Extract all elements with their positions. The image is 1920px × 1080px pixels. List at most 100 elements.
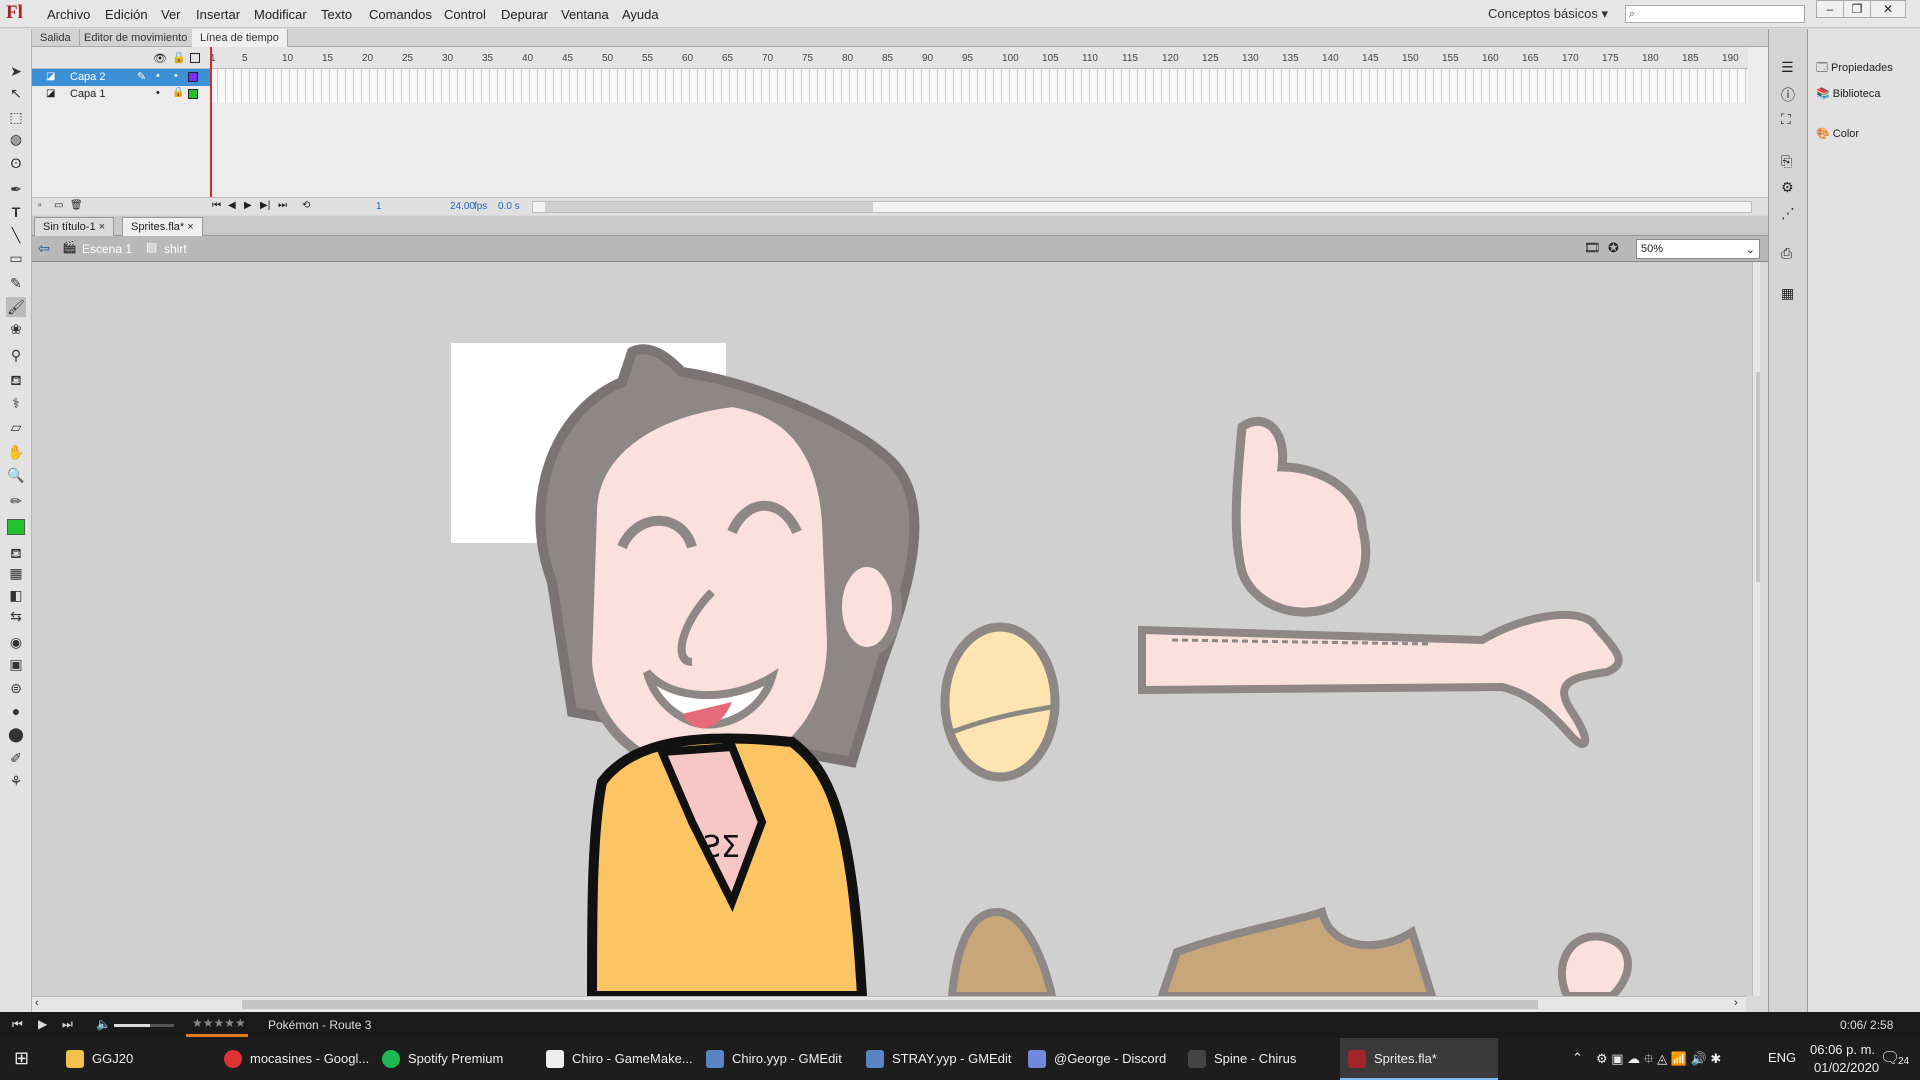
brush-size-icon[interactable]: ●: [6, 701, 26, 721]
pen-tool-icon[interactable]: ✒: [6, 179, 26, 199]
brush-mode-icon[interactable]: ⊜: [6, 678, 26, 698]
menu-insertar[interactable]: Insertar: [196, 7, 240, 22]
step-forward-icon[interactable]: ▶|: [260, 200, 270, 211]
new-folder-icon[interactable]: ▭: [54, 200, 63, 211]
workspace-switcher[interactable]: Conceptos básicos ▾: [1488, 6, 1608, 22]
lasso-tool-icon[interactable]: ʘ: [6, 153, 26, 173]
stroke-color-icon[interactable]: ✏: [6, 491, 26, 511]
minimize-button[interactable]: –: [1816, 0, 1844, 18]
taskbar-item-gmedit-stray[interactable]: STRAY.yyp - GMEdit: [858, 1038, 1011, 1080]
paint-bucket-icon[interactable]: ⛾: [6, 370, 26, 390]
scene-panel-icon[interactable]: ▦: [1781, 285, 1794, 302]
lock-icon[interactable]: 🔒: [172, 51, 186, 64]
pencil-tool-icon[interactable]: ✎: [6, 273, 26, 293]
pressure-icon[interactable]: ✐: [6, 748, 26, 768]
tilt-icon[interactable]: ⚘: [6, 771, 26, 791]
visible-dot-icon[interactable]: •: [156, 87, 160, 99]
info-panel-icon[interactable]: ⓘ: [1781, 85, 1795, 105]
menu-depurar[interactable]: Depurar: [501, 7, 548, 22]
delete-layer-icon[interactable]: 🗑: [70, 200, 83, 211]
scroll-thumb[interactable]: [1756, 372, 1760, 582]
play-icon[interactable]: ▶: [38, 1017, 47, 1031]
tab-editor-movimiento[interactable]: Editor de movimiento: [76, 29, 197, 47]
close-button[interactable]: ✕: [1870, 0, 1906, 18]
default-colors-icon[interactable]: ◧: [6, 585, 26, 605]
menu-archivo[interactable]: Archivo: [47, 7, 90, 22]
taskbar-item-spotify[interactable]: Spotify Premium: [374, 1038, 503, 1080]
clock-time[interactable]: 06:06 p. m.: [1810, 1042, 1875, 1057]
edit-scene-icon[interactable]: 🎞: [1584, 240, 1601, 256]
scroll-left-icon[interactable]: ‹: [35, 997, 39, 1009]
line-tool-icon[interactable]: ╲: [6, 225, 26, 245]
back-arrow-icon[interactable]: ⇦: [38, 240, 50, 257]
play-icon[interactable]: ▶: [244, 200, 252, 211]
taskbar-item-ggj20[interactable]: GGJ20: [58, 1038, 133, 1080]
eye-icon[interactable]: 👁: [153, 52, 167, 65]
taskbar-item-discord[interactable]: @George - Discord: [1020, 1038, 1166, 1080]
menu-modificar[interactable]: Modificar: [254, 7, 307, 22]
history-panel-icon[interactable]: ⎙: [1781, 245, 1792, 262]
go-last-icon[interactable]: ⏭: [278, 200, 287, 211]
fill-bucket-icon[interactable]: ⛾: [6, 543, 26, 563]
previous-track-icon[interactable]: ⏮: [12, 1017, 23, 1032]
close-icon[interactable]: ×: [187, 221, 193, 233]
tray-chevron-icon[interactable]: ⌃: [1572, 1050, 1583, 1066]
layer-row-capa-2[interactable]: ◪ Capa 2 ✎ • •: [32, 69, 210, 86]
frame-ruler[interactable]: 1 5 10 15 20 25 30 35 40 45 50 55 60 65 70 75 80 85 90 95 10…: [210, 47, 1748, 69]
input-language[interactable]: ENG: [1768, 1050, 1796, 1065]
windows-start-icon[interactable]: ⊞: [14, 1048, 29, 1069]
fps-value[interactable]: 24.00: [450, 201, 475, 212]
layer-color-swatch[interactable]: [188, 72, 198, 82]
doc-tab-sin-titulo[interactable]: Sin título-1 ×: [34, 217, 115, 236]
taskbar-item-animate[interactable]: Sprites.fla*: [1340, 1038, 1498, 1080]
new-layer-icon[interactable]: ▫: [38, 200, 42, 211]
swap-colors-icon[interactable]: ▦: [6, 563, 26, 583]
menu-ventana[interactable]: Ventana: [561, 7, 609, 22]
panel-propiedades[interactable]: 🗔 Propiedades: [1816, 59, 1893, 78]
selection-tool-icon[interactable]: ➤: [6, 61, 26, 81]
text-tool-icon[interactable]: T: [6, 202, 26, 222]
go-first-icon[interactable]: ⏮: [212, 200, 221, 211]
volume-slider[interactable]: [114, 1024, 174, 1027]
step-back-icon[interactable]: ◀: [228, 200, 236, 211]
loop-icon[interactable]: ⟲: [302, 200, 310, 211]
restore-button[interactable]: ❐: [1843, 0, 1871, 18]
timeline-hscroll[interactable]: [532, 201, 1752, 213]
menu-ayuda[interactable]: Ayuda: [622, 7, 659, 22]
brush-shape-icon[interactable]: ⬤: [6, 724, 26, 744]
close-icon[interactable]: ×: [99, 221, 105, 233]
eyedropper-icon[interactable]: ⚕: [6, 393, 26, 413]
subselection-tool-icon[interactable]: ↖: [6, 83, 26, 103]
doc-tab-sprites[interactable]: Sprites.fla* ×: [122, 217, 203, 236]
playhead[interactable]: [210, 47, 212, 197]
taskbar-item-gmedit-chiro[interactable]: Chiro.yyp - GMEdit: [698, 1038, 842, 1080]
panel-color[interactable]: 🎨 Color: [1816, 127, 1859, 140]
edit-symbol-icon[interactable]: ✪: [1608, 240, 1619, 256]
zoom-select[interactable]: 50% ⌄: [1636, 239, 1760, 259]
frames-grid[interactable]: [210, 69, 1748, 103]
stage-canvas[interactable]: ƧΣ: [32, 262, 1760, 996]
taskbar-item-spine[interactable]: Spine - Chirus: [1180, 1038, 1296, 1080]
bone-tool-icon[interactable]: ⚲: [6, 345, 26, 365]
hand-tool-icon[interactable]: ✋: [6, 442, 26, 462]
stage-hscroll[interactable]: ‹ ›: [32, 996, 1746, 1012]
taskbar-item-chrome[interactable]: mocasines - Googl...: [216, 1038, 369, 1080]
breadcrumb-scene[interactable]: Escena 1: [82, 242, 132, 256]
3d-rotation-tool-icon[interactable]: ◍: [6, 129, 26, 149]
swap-icon[interactable]: ⇆: [6, 606, 26, 626]
lock-fill-icon[interactable]: ▣: [6, 654, 26, 674]
menu-control[interactable]: Control: [444, 7, 486, 22]
clock-date[interactable]: 01/02/2020: [1814, 1060, 1879, 1075]
transform-panel-icon[interactable]: ⛶: [1781, 111, 1791, 128]
rating-stars[interactable]: ★★★★★: [192, 1016, 246, 1030]
eraser-icon[interactable]: ▱: [6, 417, 26, 437]
layer-row-capa-1[interactable]: ◪ Capa 1 • 🔒: [32, 86, 210, 103]
visible-dot-icon[interactable]: •: [156, 70, 160, 82]
code-snippets-icon[interactable]: ⎘: [1781, 153, 1792, 170]
volume-icon[interactable]: 🔈: [96, 1017, 111, 1031]
tray-icons[interactable]: ⚙ ▣ ☁ ⯐ ◬ 📶 🔊 ✱: [1596, 1050, 1721, 1072]
lock-dot-icon[interactable]: •: [174, 70, 178, 82]
layer-color-swatch[interactable]: [188, 89, 198, 99]
stage-vscroll[interactable]: [1752, 262, 1760, 996]
menu-edicion[interactable]: Edición: [105, 7, 148, 22]
